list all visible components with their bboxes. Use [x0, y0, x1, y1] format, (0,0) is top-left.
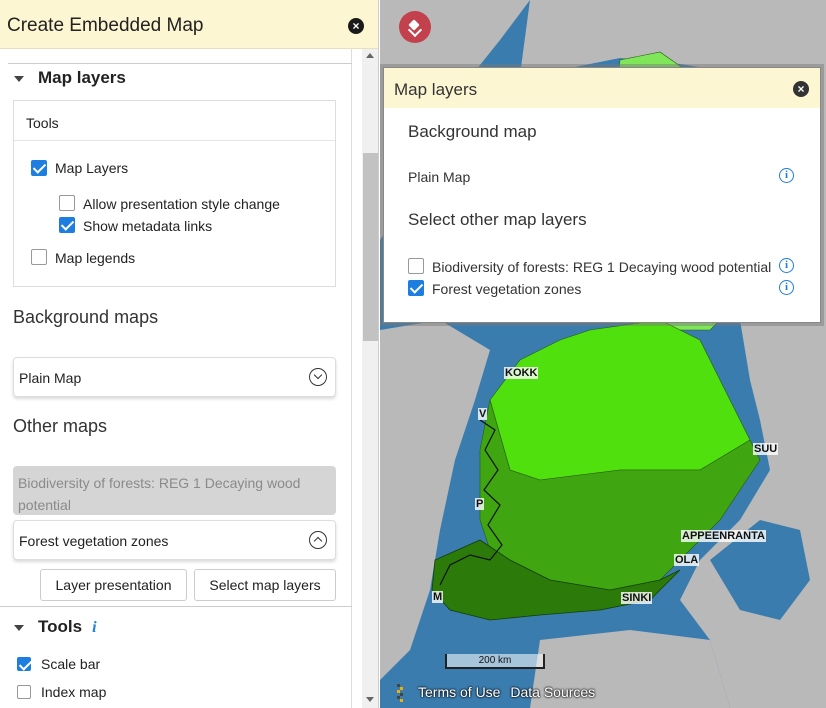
zone-mid-north	[489, 319, 751, 481]
map-layers-section-header[interactable]: Map layers	[8, 68, 344, 94]
city-label: P	[475, 498, 485, 510]
show-metadata-links-label: Show metadata links	[83, 218, 213, 234]
popup-header: Map layers ×	[384, 68, 820, 108]
map-legends-checkbox[interactable]	[31, 249, 47, 265]
data-sources-link[interactable]: Data Sources	[510, 684, 595, 700]
chevron-down-icon[interactable]	[309, 368, 327, 386]
other-maps-heading: Other maps	[13, 416, 108, 436]
scrollbar[interactable]	[362, 49, 378, 708]
disabled-layer-card: Biodiversity of forests: REG 1 Decaying …	[13, 466, 336, 515]
forest-zones-label: Forest vegetation zones	[19, 533, 169, 549]
background-map-option[interactable]: Plain Map	[408, 169, 470, 185]
panel-header: Create Embedded Map ×	[0, 0, 378, 49]
map-layers-label: Map Layers	[55, 160, 129, 176]
close-icon[interactable]: ×	[348, 18, 364, 34]
popup-title: Map layers	[394, 80, 478, 99]
tools-section-header[interactable]: Tools i	[8, 617, 344, 641]
map-layers-heading: Map layers	[38, 68, 126, 87]
biodiversity-layer-label: Biodiversity of forests: REG 1 Decaying …	[432, 259, 772, 275]
show-metadata-links-checkbox[interactable]	[59, 217, 75, 233]
embed-panel: Create Embedded Map × Map layers Tools M…	[0, 0, 379, 708]
city-label: APPEENRANTA	[681, 530, 766, 542]
forest-zones-card[interactable]: Forest vegetation zones	[13, 520, 336, 560]
city-label: SUU	[753, 443, 779, 455]
panel-title: Create Embedded Map	[7, 15, 204, 36]
map-footer: Terms of Use Data Sources	[398, 684, 595, 700]
scroll-up-arrow-icon[interactable]	[366, 53, 374, 58]
map-layers-checkbox[interactable]	[31, 160, 47, 176]
map-layers-popup: Map layers × Background map Plain Map i …	[383, 67, 821, 323]
terms-of-use-link[interactable]: Terms of Use	[418, 684, 500, 700]
layer-presentation-button[interactable]: Layer presentation	[40, 569, 187, 601]
collapse-triangle-icon	[14, 624, 24, 631]
divider	[0, 606, 352, 607]
info-icon[interactable]: i	[92, 619, 96, 636]
tools-box-title: Tools	[14, 101, 335, 141]
panel-content: Map layers Tools Map Layers Allow presen…	[0, 49, 352, 708]
background-map-card[interactable]: Plain Map	[13, 357, 336, 397]
scrollbar-thumb[interactable]	[363, 153, 378, 341]
info-icon[interactable]: i	[779, 168, 794, 183]
map-layer-tools-box: Tools Map Layers Allow presentation styl…	[13, 100, 336, 287]
chevron-up-icon[interactable]	[309, 531, 327, 549]
scale-bar: 200 km	[445, 654, 545, 669]
index-map-checkbox[interactable]	[17, 685, 31, 699]
index-map-label: Index map	[41, 684, 107, 700]
scale-bar-checkbox[interactable]	[17, 657, 31, 671]
city-label: OLA	[674, 554, 700, 566]
land-sweden-south	[380, 320, 490, 680]
forest-zones-layer-label: Forest vegetation zones	[432, 281, 582, 297]
scroll-down-arrow-icon[interactable]	[366, 697, 374, 702]
background-map-heading: Background map	[408, 122, 537, 141]
layers-icon[interactable]	[399, 11, 431, 43]
background-map-label: Plain Map	[19, 370, 82, 386]
city-label: M	[432, 591, 444, 603]
select-map-layers-button[interactable]: Select map layers	[194, 569, 336, 601]
city-label: SINKI	[621, 592, 653, 604]
collapse-triangle-icon	[14, 75, 24, 82]
scale-bar-label: Scale bar	[41, 656, 101, 672]
divider	[8, 63, 352, 64]
biodiversity-layer-checkbox[interactable]	[408, 258, 424, 274]
allow-style-change-checkbox[interactable]	[59, 195, 75, 211]
info-icon[interactable]: i	[779, 258, 794, 273]
close-icon[interactable]: ×	[793, 81, 809, 97]
tools-heading: Tools	[38, 617, 83, 636]
map-legends-label: Map legends	[55, 250, 136, 266]
city-label: V	[478, 408, 488, 420]
background-maps-heading: Background maps	[13, 307, 159, 327]
disabled-layer-label: Biodiversity of forests: REG 1 Decaying …	[18, 475, 301, 513]
panel-scroll-area: Map layers Tools Map Layers Allow presen…	[0, 49, 378, 708]
allow-style-change-label: Allow presentation style change	[83, 196, 280, 212]
select-other-layers-heading: Select other map layers	[408, 210, 587, 229]
info-icon[interactable]: i	[779, 280, 794, 295]
city-label: KOKK	[504, 367, 539, 379]
forest-zones-layer-checkbox[interactable]	[408, 280, 424, 296]
